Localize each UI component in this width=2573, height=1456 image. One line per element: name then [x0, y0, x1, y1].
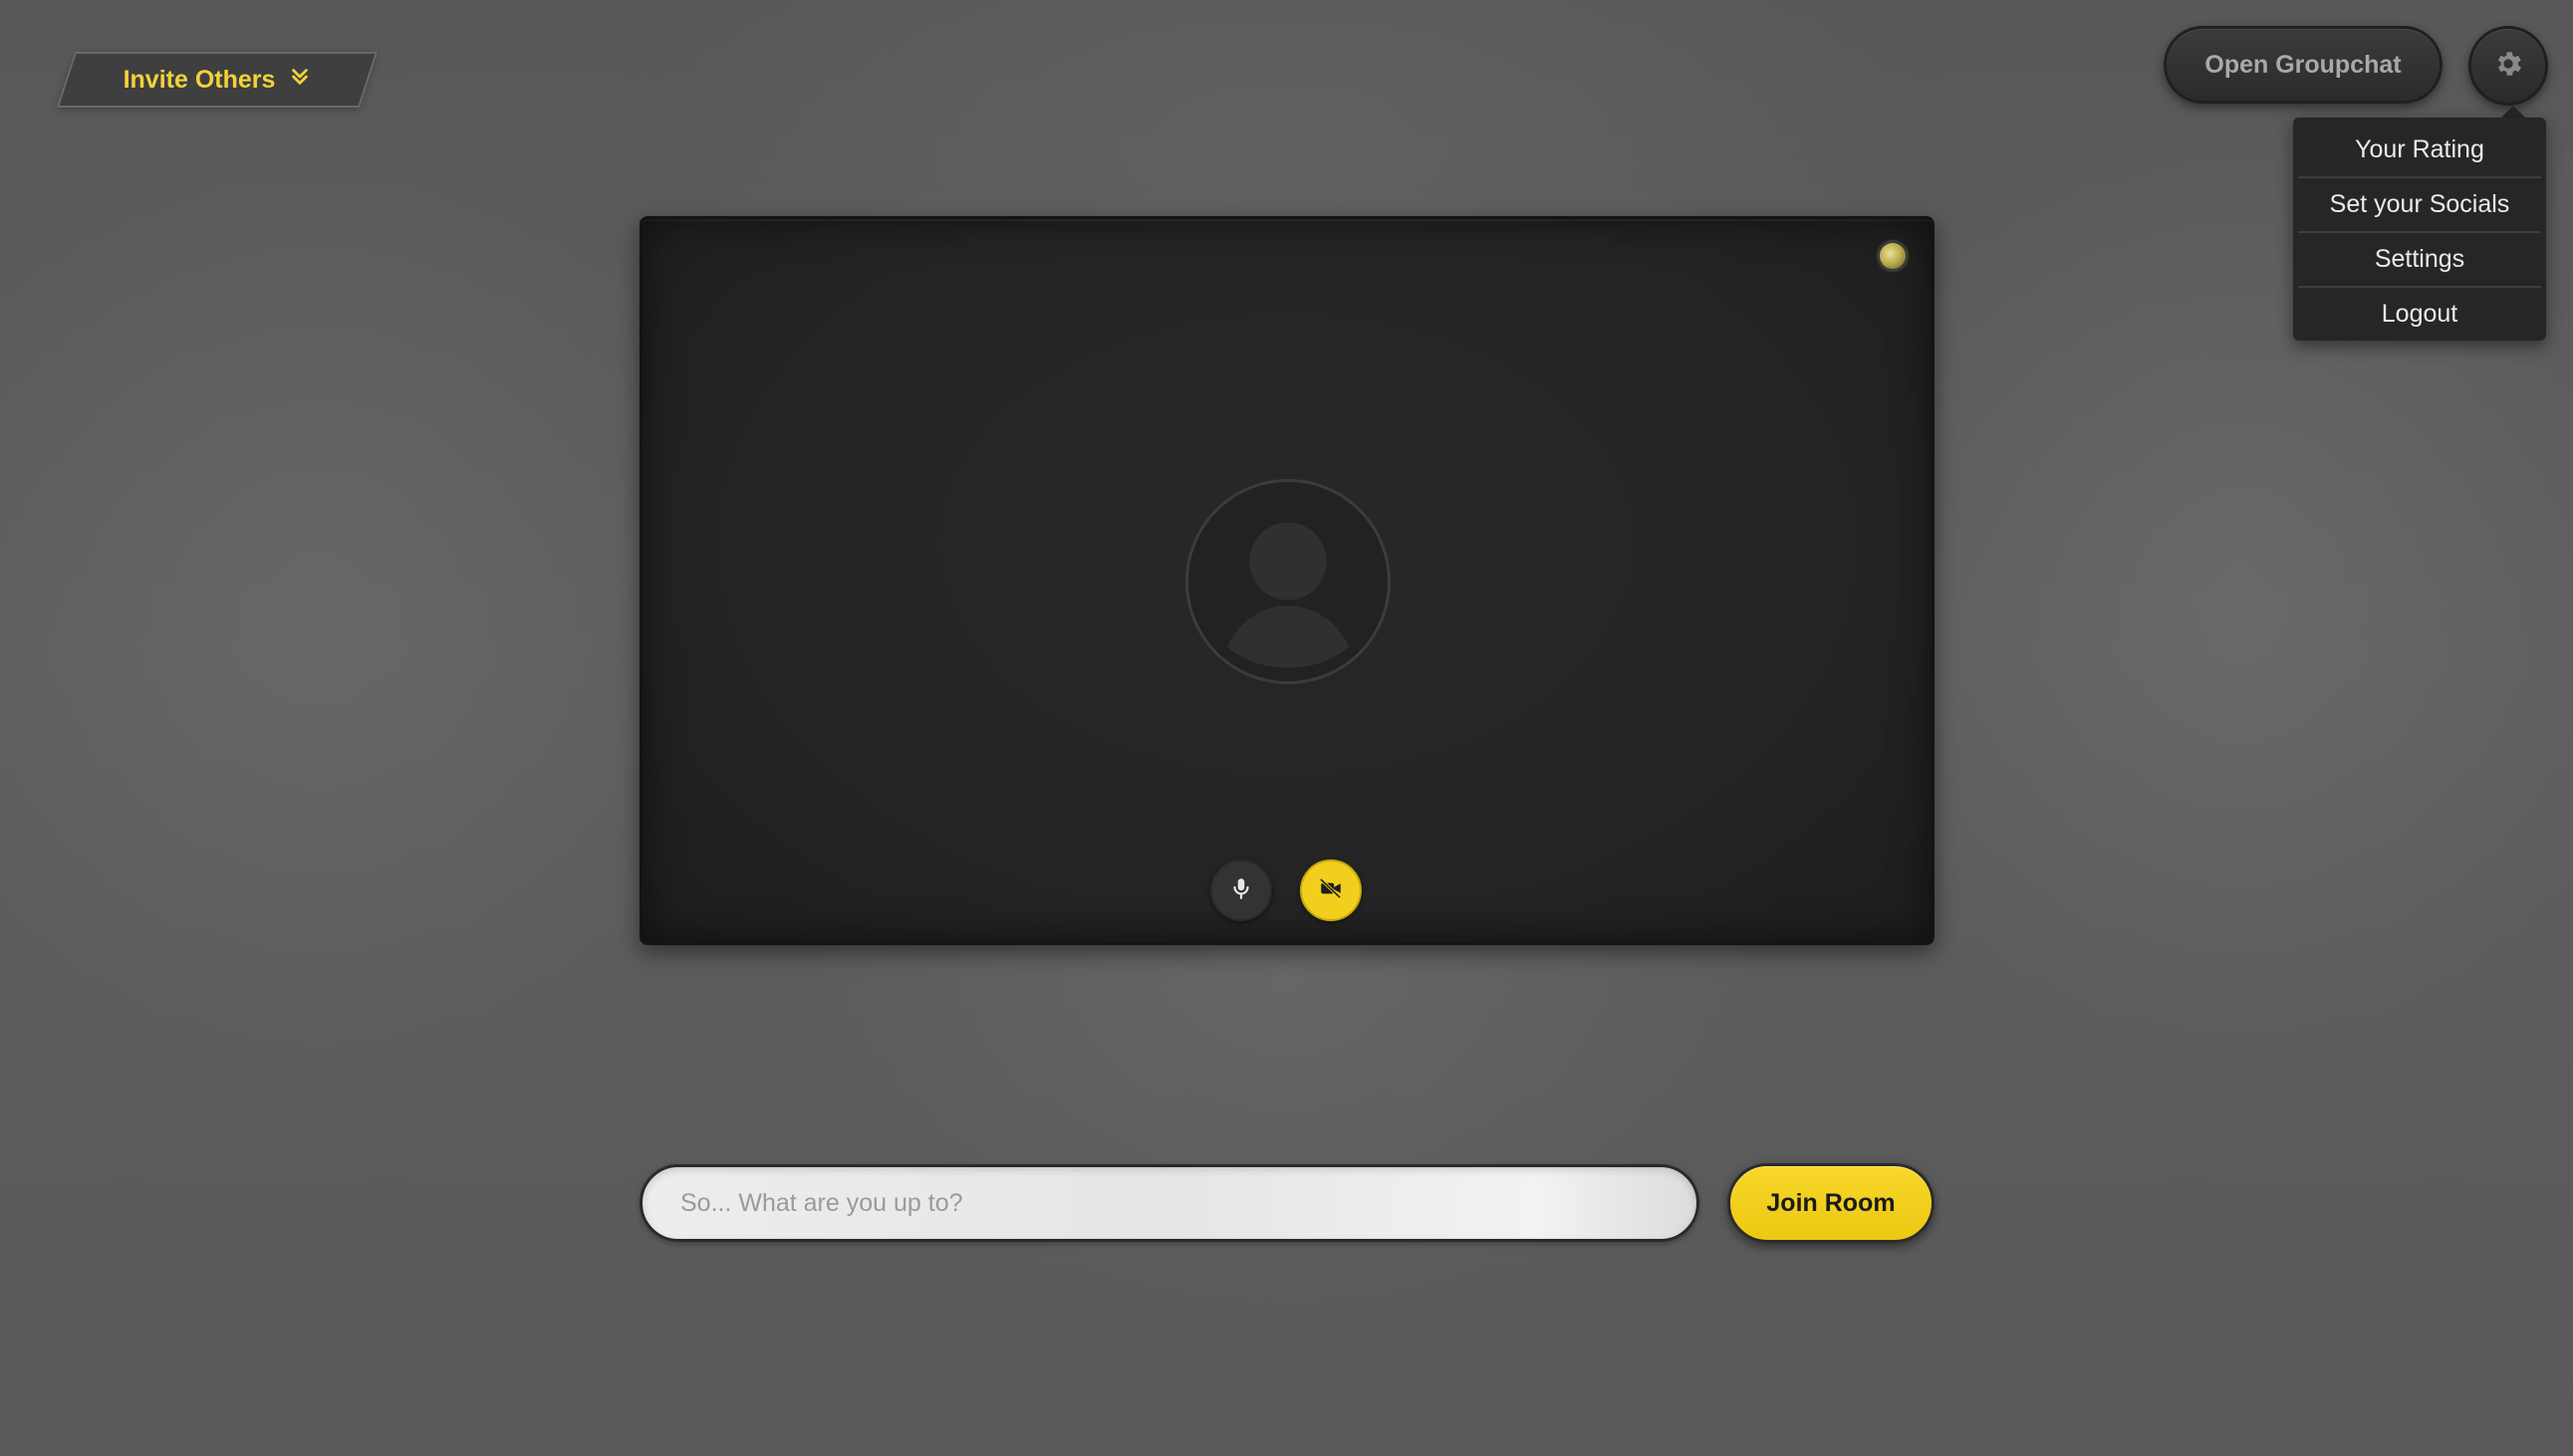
menu-item-your-rating[interactable]: Your Rating	[2298, 123, 2541, 178]
user-silhouette-icon	[1188, 482, 1388, 681]
settings-menu-button[interactable]	[2468, 26, 2548, 106]
microphone-toggle-button[interactable]	[1210, 859, 1272, 921]
settings-dropdown-menu: Your Rating Set your Socials Settings Lo…	[2293, 118, 2546, 341]
invite-others-button[interactable]: Invite Others	[56, 52, 379, 108]
camera-off-icon	[1318, 875, 1344, 906]
invite-others-label: Invite Others	[123, 65, 276, 94]
double-chevron-down-icon	[289, 66, 311, 95]
menu-caret	[2501, 106, 2525, 118]
menu-item-set-your-socials[interactable]: Set your Socials	[2298, 178, 2541, 233]
menu-item-settings[interactable]: Settings	[2298, 233, 2541, 288]
microphone-icon	[1228, 875, 1254, 906]
avatar-placeholder	[1185, 479, 1391, 684]
camera-status-indicator	[1880, 243, 1906, 269]
gear-icon	[2492, 48, 2524, 85]
join-room-label: Join Room	[1766, 1188, 1896, 1217]
video-preview	[640, 216, 1934, 945]
open-groupchat-button[interactable]: Open Groupchat	[2164, 26, 2443, 104]
status-input[interactable]	[640, 1164, 1699, 1242]
menu-item-logout[interactable]: Logout	[2298, 288, 2541, 341]
open-groupchat-label: Open Groupchat	[2204, 50, 2402, 79]
join-room-button[interactable]: Join Room	[1727, 1163, 1934, 1243]
camera-toggle-button[interactable]	[1300, 859, 1362, 921]
